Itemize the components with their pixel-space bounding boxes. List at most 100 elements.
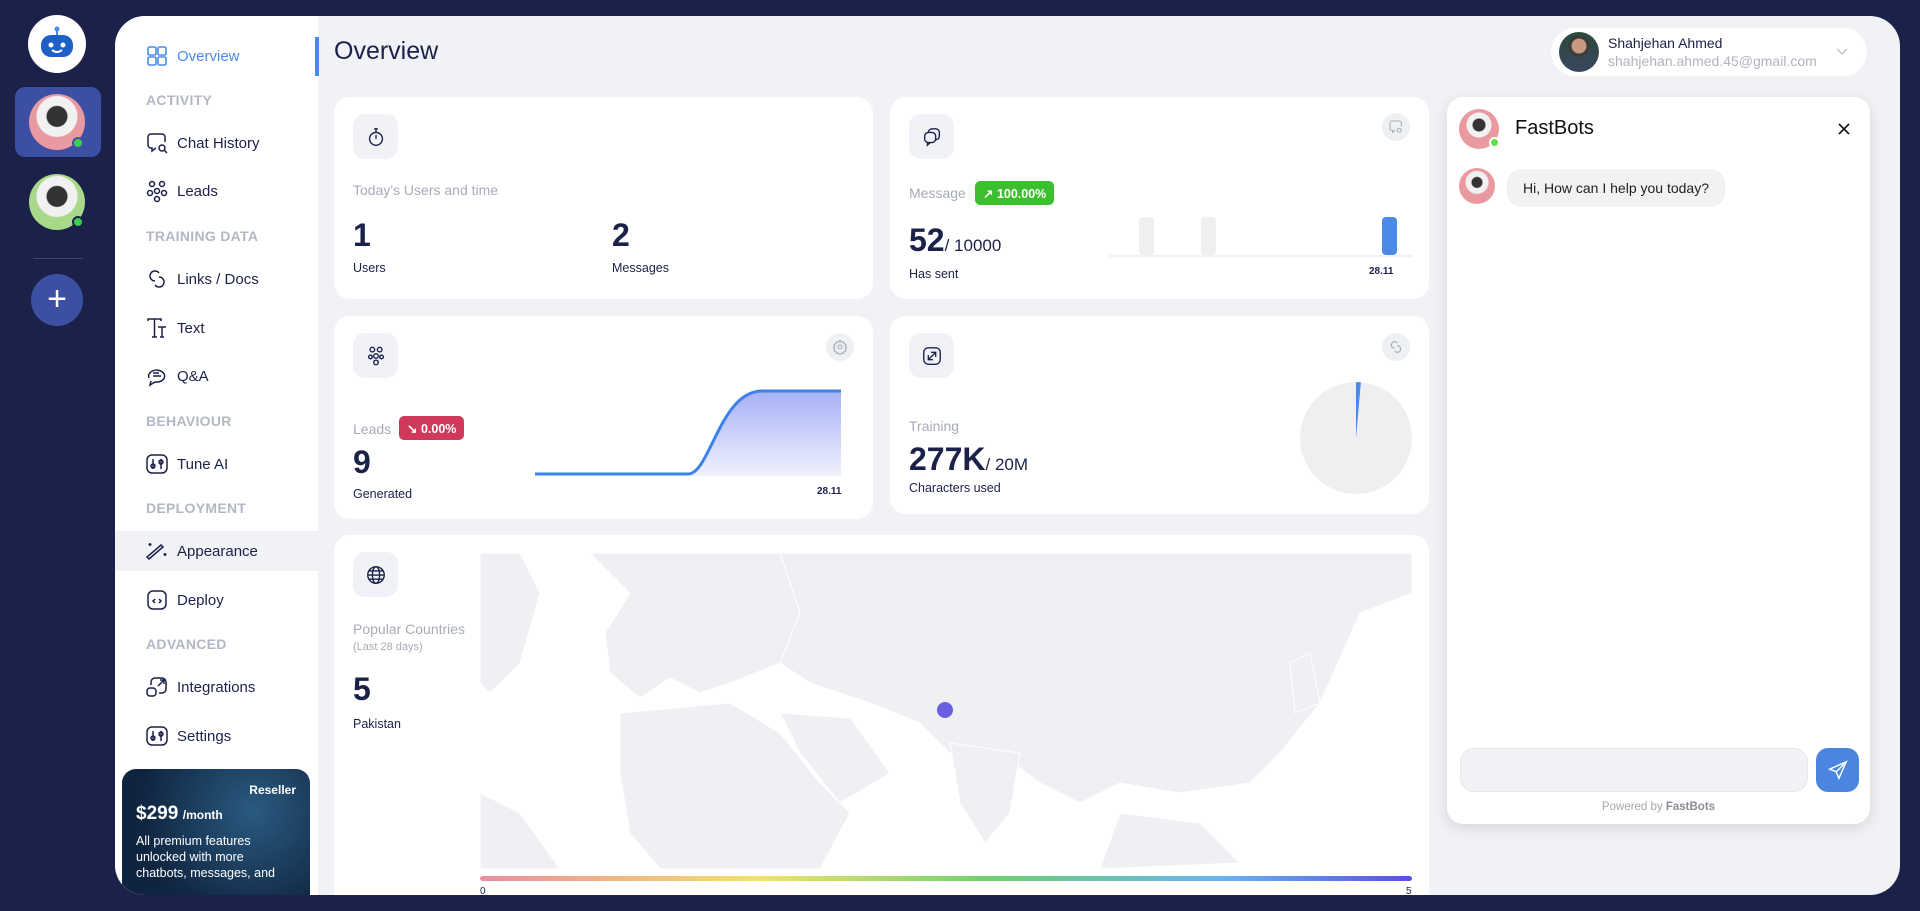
messages-value: 2 (612, 217, 630, 253)
user-name: Shahjehan Ahmed (1608, 35, 1723, 51)
grid-icon (147, 46, 167, 66)
scale-min: 0 (480, 886, 486, 895)
map-europe (589, 553, 801, 699)
sidebar-item-label: Links / Docs (177, 270, 259, 288)
people-icon (146, 180, 168, 203)
world-map[interactable] (480, 553, 1412, 869)
stopwatch-icon (368, 127, 383, 146)
sidebar-item-label: Integrations (177, 678, 256, 696)
sidebar-item-deploy[interactable]: Deploy (115, 580, 318, 620)
people-icon (367, 346, 384, 365)
leads-label: Leads (353, 421, 392, 437)
message-count: 52/ 10000 (909, 222, 1001, 259)
sidebar-item-chat-history[interactable]: Chat History (115, 123, 318, 163)
countries-value: 5 (353, 671, 371, 707)
user-avatar (1559, 32, 1599, 72)
bot-selector-1[interactable] (15, 87, 101, 157)
chat-search-icon (147, 133, 168, 154)
sliders-icon (146, 454, 168, 474)
close-icon[interactable] (1837, 122, 1851, 136)
sidebar-item-overview[interactable]: Overview (115, 36, 318, 76)
message-label: Message (909, 185, 966, 201)
fastbots-logo[interactable] (28, 15, 86, 73)
magic-wand-icon (145, 543, 167, 561)
sidebar-item-label: Settings (177, 727, 232, 745)
icon-box (909, 114, 954, 159)
chat-title: FastBots (1515, 117, 1594, 139)
section-activity: ACTIVITY (146, 92, 213, 108)
training-value: 277K (909, 441, 986, 477)
chat-input[interactable] (1460, 748, 1808, 792)
bar-chart-tick: 28.11 (1369, 266, 1394, 277)
chat-bubbles-icon (923, 127, 940, 147)
reseller-title: Reseller (249, 783, 296, 797)
sidebar-item-leads[interactable]: Leads (115, 171, 318, 211)
settings-shortcut-icon[interactable] (826, 333, 854, 361)
active-indicator (315, 37, 319, 76)
countries-period: (Last 28 days) (353, 641, 423, 653)
online-indicator (1489, 137, 1500, 148)
users-card-label: Today's Users and time (353, 182, 499, 198)
users-label: Users (353, 261, 386, 275)
message-sub: Has sent (909, 267, 959, 281)
leads-trend-badge: ↘ 0.00% (399, 416, 465, 440)
page-title: Overview (334, 37, 439, 65)
countries-card: Popular Countries (Last 28 days) 5 Pakis… (334, 535, 1429, 895)
user-menu[interactable]: Shahjehan Ahmed shahjehan.ahmed.45@gmail… (1551, 28, 1867, 76)
reseller-period: /month (182, 808, 223, 822)
icon-box (353, 552, 398, 597)
sidebar-item-label: Text (177, 319, 205, 337)
main-container: Overview ACTIVITY Chat History Leads TRA… (115, 16, 1900, 895)
section-advanced: ADVANCED (146, 636, 227, 652)
sidebar-item-links-docs[interactable]: Links / Docs (115, 259, 318, 299)
leads-area-chart (535, 389, 841, 476)
message-bar (1382, 217, 1397, 255)
map-india (949, 742, 1021, 844)
add-bot-button[interactable]: + (31, 274, 83, 326)
chat-history-shortcut-icon[interactable] (1382, 113, 1410, 141)
online-indicator (72, 137, 84, 149)
sidebar-item-label: Deploy (177, 591, 224, 609)
training-sub: Characters used (909, 481, 1001, 495)
globe-icon (366, 565, 385, 584)
map-sea (1099, 812, 1242, 869)
sidebar-item-label: Q&A (177, 367, 209, 385)
sidebar-item-label: Leads (177, 182, 218, 200)
map-color-scale (480, 876, 1412, 881)
links-shortcut-icon[interactable] (1382, 333, 1410, 361)
expand-icon (922, 346, 941, 365)
leads-card: Leads ↘ 0.00% 9 Generated 28.11 (334, 316, 873, 519)
bot-selector-2[interactable] (29, 174, 85, 230)
map-americas (480, 792, 561, 869)
reseller-price: $299 (136, 803, 179, 824)
sidebar-item-text[interactable]: Text (115, 308, 318, 348)
message-limit: / 10000 (944, 236, 1002, 255)
icon-box (909, 333, 954, 378)
robot-logo-icon (41, 26, 73, 57)
leads-sub: Generated (353, 487, 413, 501)
leads-area-fill (535, 391, 841, 474)
message-bar (1201, 217, 1216, 255)
sidebar-item-settings[interactable]: Settings (115, 716, 318, 756)
sidebar-item-label: Overview (177, 47, 240, 65)
link-icon (149, 270, 165, 288)
sidebar-item-integrations[interactable]: Integrations (115, 667, 318, 707)
powered-brand: FastBots (1665, 801, 1716, 813)
integrations-icon (146, 677, 167, 697)
sidebar-item-qa[interactable]: Q&A (115, 356, 318, 396)
sidebar-item-label: Tune AI (177, 455, 229, 473)
bot-message: Hi, How can I help you today? (1507, 169, 1725, 207)
online-indicator (72, 216, 84, 228)
section-training-data: TRAINING DATA (146, 228, 259, 244)
sidebar-item-appearance[interactable]: Appearance (115, 531, 318, 571)
sidebar-item-tune-ai[interactable]: Tune AI (115, 444, 318, 484)
sidebar: Overview ACTIVITY Chat History Leads TRA… (115, 16, 319, 895)
message-value: 52 (909, 222, 945, 258)
messages-label: Messages (612, 261, 669, 275)
icon-box (353, 114, 398, 159)
send-button[interactable] (1816, 748, 1859, 792)
text-icon (147, 318, 166, 338)
reseller-promo-card[interactable]: Reseller $299 /month All premium feature… (122, 769, 310, 895)
users-card: Today's Users and time 1 Users 2 Message… (334, 97, 873, 299)
user-email: shahjehan.ahmed.45@gmail.com (1608, 53, 1817, 69)
